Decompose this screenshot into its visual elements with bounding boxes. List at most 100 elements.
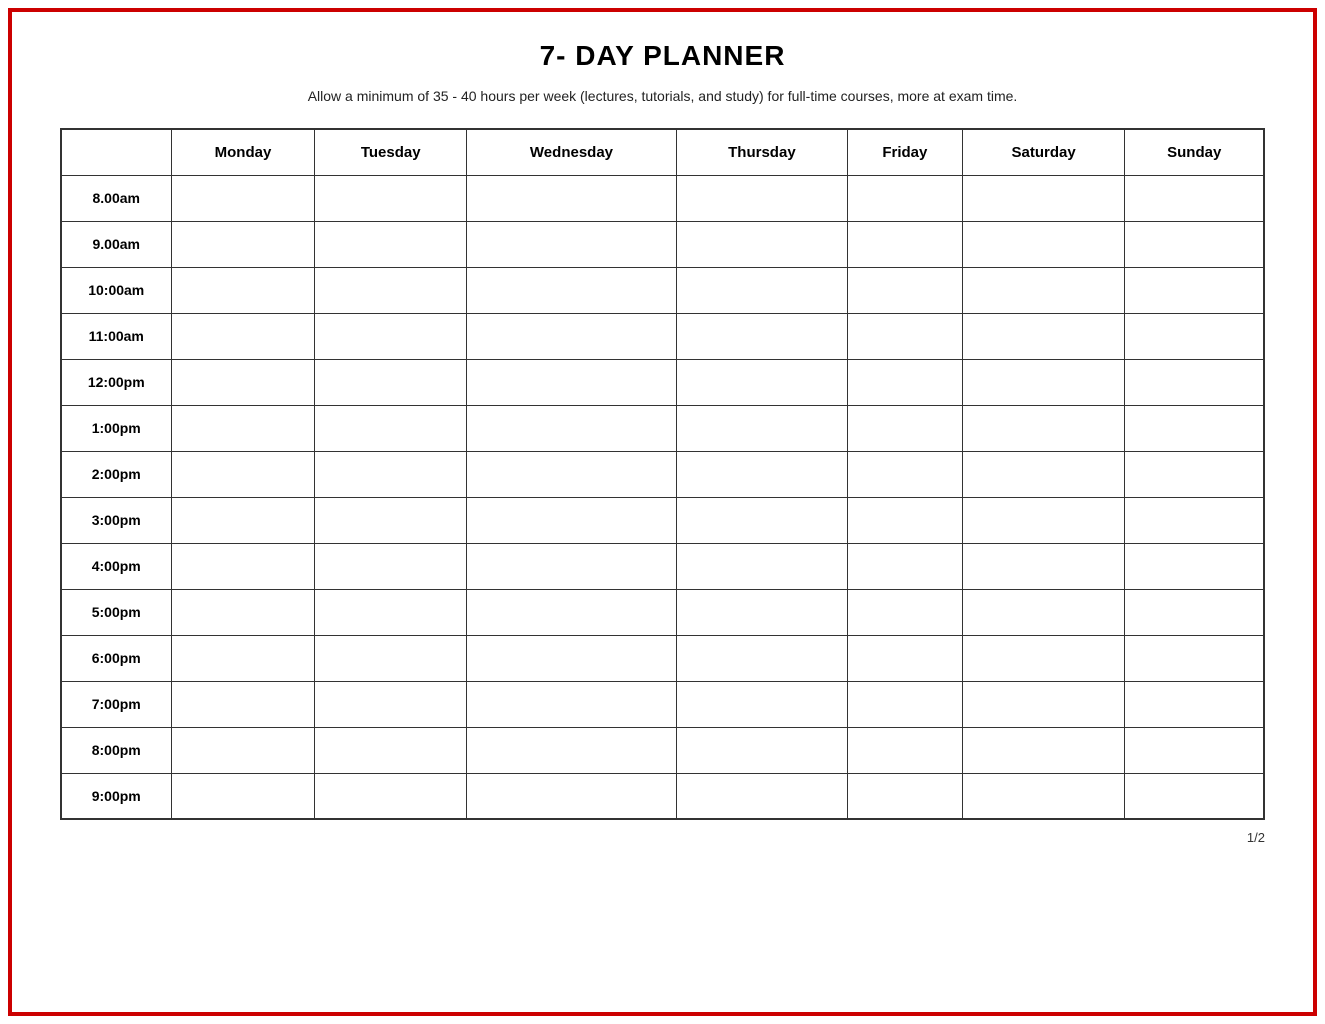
- day-cell[interactable]: [847, 175, 962, 221]
- day-cell[interactable]: [962, 635, 1125, 681]
- day-cell[interactable]: [1125, 727, 1264, 773]
- day-cell[interactable]: [315, 405, 467, 451]
- day-cell[interactable]: [962, 497, 1125, 543]
- day-cell[interactable]: [467, 313, 677, 359]
- day-cell[interactable]: [315, 175, 467, 221]
- day-cell[interactable]: [171, 543, 315, 589]
- day-cell[interactable]: [171, 497, 315, 543]
- day-cell[interactable]: [315, 451, 467, 497]
- day-cell[interactable]: [676, 635, 847, 681]
- day-cell[interactable]: [315, 773, 467, 819]
- day-cell[interactable]: [847, 773, 962, 819]
- day-cell[interactable]: [676, 359, 847, 405]
- day-cell[interactable]: [962, 773, 1125, 819]
- day-cell[interactable]: [847, 589, 962, 635]
- day-cell[interactable]: [171, 175, 315, 221]
- day-cell[interactable]: [676, 175, 847, 221]
- day-cell[interactable]: [676, 313, 847, 359]
- day-cell[interactable]: [962, 451, 1125, 497]
- day-cell[interactable]: [315, 359, 467, 405]
- day-cell[interactable]: [467, 451, 677, 497]
- day-cell[interactable]: [315, 543, 467, 589]
- day-cell[interactable]: [171, 589, 315, 635]
- day-cell[interactable]: [676, 221, 847, 267]
- day-cell[interactable]: [467, 773, 677, 819]
- day-cell[interactable]: [467, 681, 677, 727]
- day-cell[interactable]: [676, 773, 847, 819]
- day-cell[interactable]: [962, 681, 1125, 727]
- day-cell[interactable]: [847, 497, 962, 543]
- day-cell[interactable]: [847, 359, 962, 405]
- day-cell[interactable]: [315, 681, 467, 727]
- day-cell[interactable]: [676, 267, 847, 313]
- day-cell[interactable]: [676, 451, 847, 497]
- day-cell[interactable]: [676, 405, 847, 451]
- day-cell[interactable]: [467, 589, 677, 635]
- day-cell[interactable]: [962, 405, 1125, 451]
- day-cell[interactable]: [962, 175, 1125, 221]
- day-cell[interactable]: [676, 497, 847, 543]
- day-cell[interactable]: [847, 313, 962, 359]
- day-cell[interactable]: [467, 221, 677, 267]
- day-cell[interactable]: [315, 313, 467, 359]
- day-cell[interactable]: [467, 359, 677, 405]
- day-cell[interactable]: [962, 727, 1125, 773]
- day-cell[interactable]: [315, 267, 467, 313]
- day-cell[interactable]: [962, 313, 1125, 359]
- day-cell[interactable]: [847, 681, 962, 727]
- day-cell[interactable]: [171, 221, 315, 267]
- day-cell[interactable]: [847, 267, 962, 313]
- day-cell[interactable]: [847, 635, 962, 681]
- day-cell[interactable]: [171, 727, 315, 773]
- day-cell[interactable]: [171, 359, 315, 405]
- day-cell[interactable]: [171, 635, 315, 681]
- day-cell[interactable]: [171, 267, 315, 313]
- day-cell[interactable]: [1125, 175, 1264, 221]
- day-cell[interactable]: [171, 313, 315, 359]
- table-row: 8:00pm: [61, 727, 1264, 773]
- day-cell[interactable]: [315, 589, 467, 635]
- day-cell[interactable]: [1125, 405, 1264, 451]
- day-cell[interactable]: [315, 727, 467, 773]
- day-cell[interactable]: [1125, 773, 1264, 819]
- day-cell[interactable]: [315, 221, 467, 267]
- day-cell[interactable]: [847, 727, 962, 773]
- day-cell[interactable]: [847, 543, 962, 589]
- day-cell[interactable]: [1125, 221, 1264, 267]
- day-cell[interactable]: [171, 773, 315, 819]
- day-cell[interactable]: [676, 681, 847, 727]
- day-cell[interactable]: [676, 589, 847, 635]
- day-cell[interactable]: [467, 405, 677, 451]
- day-cell[interactable]: [1125, 543, 1264, 589]
- day-cell[interactable]: [1125, 497, 1264, 543]
- day-cell[interactable]: [676, 727, 847, 773]
- day-cell[interactable]: [171, 451, 315, 497]
- day-cell[interactable]: [467, 635, 677, 681]
- day-cell[interactable]: [1125, 267, 1264, 313]
- day-cell[interactable]: [962, 221, 1125, 267]
- day-cell[interactable]: [1125, 681, 1264, 727]
- day-cell[interactable]: [1125, 451, 1264, 497]
- day-cell[interactable]: [315, 497, 467, 543]
- day-cell[interactable]: [962, 359, 1125, 405]
- day-cell[interactable]: [171, 681, 315, 727]
- day-cell[interactable]: [467, 727, 677, 773]
- day-cell[interactable]: [1125, 313, 1264, 359]
- day-cell[interactable]: [847, 221, 962, 267]
- day-cell[interactable]: [467, 175, 677, 221]
- day-cell[interactable]: [676, 543, 847, 589]
- day-cell[interactable]: [1125, 359, 1264, 405]
- day-cell[interactable]: [1125, 635, 1264, 681]
- day-cell[interactable]: [171, 405, 315, 451]
- day-cell[interactable]: [315, 635, 467, 681]
- day-cell[interactable]: [847, 451, 962, 497]
- day-cell[interactable]: [467, 543, 677, 589]
- day-cell[interactable]: [847, 405, 962, 451]
- day-cell[interactable]: [962, 267, 1125, 313]
- day-cell[interactable]: [962, 543, 1125, 589]
- day-cell[interactable]: [1125, 589, 1264, 635]
- day-cell[interactable]: [962, 589, 1125, 635]
- time-cell-3-00pm: 3:00pm: [61, 497, 171, 543]
- day-cell[interactable]: [467, 497, 677, 543]
- day-cell[interactable]: [467, 267, 677, 313]
